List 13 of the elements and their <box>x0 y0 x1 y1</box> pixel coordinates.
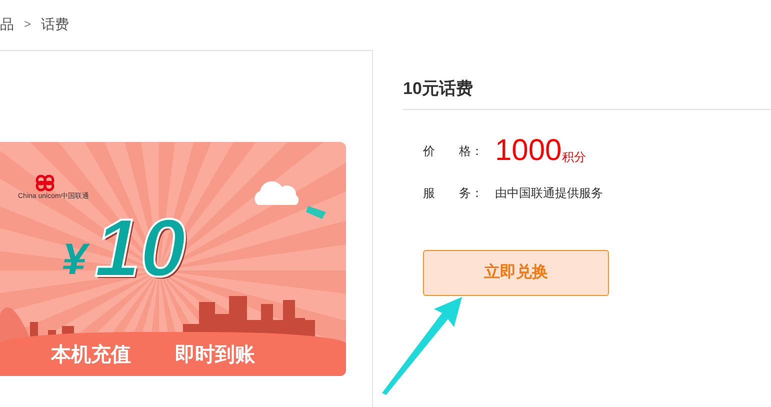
product-title: 10元话费 <box>403 76 771 110</box>
knot-logo-icon <box>34 174 56 192</box>
breadcrumb-link[interactable]: 品 <box>0 14 14 34</box>
price-unit: 积分 <box>562 149 586 166</box>
amount-text: 10 <box>94 208 186 290</box>
price-label: 价 格： <box>423 143 484 160</box>
service-label: 服 务： <box>423 185 484 202</box>
price-value: 1000 <box>495 136 562 166</box>
breadcrumb-link[interactable]: 话费 <box>41 14 70 34</box>
service-value: 由中国联通提供服务 <box>495 185 603 202</box>
breadcrumb-separator: > <box>24 16 32 33</box>
card-caption: 本机充值 <box>51 342 131 368</box>
card-caption: 即时到账 <box>175 343 255 368</box>
